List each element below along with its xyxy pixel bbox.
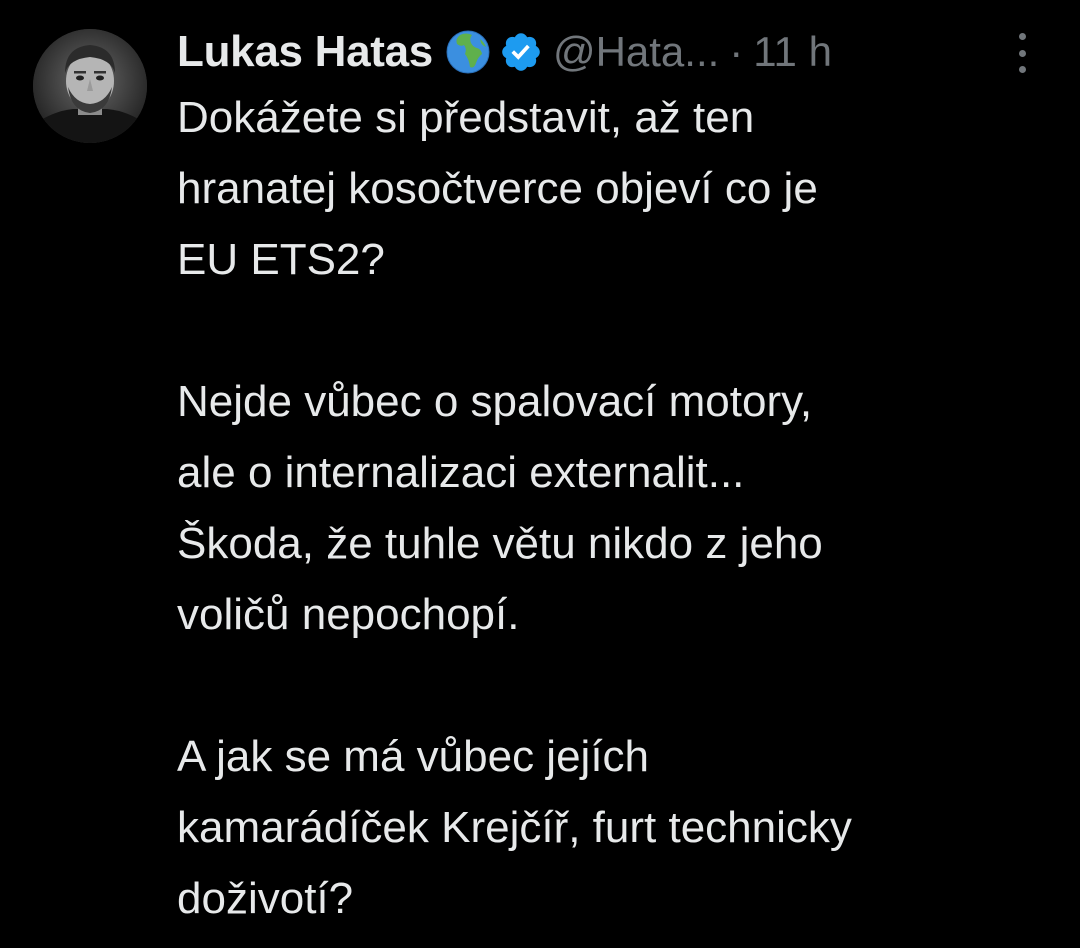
tweet-line: Škoda, že tuhle větu nikdo z jeho (177, 519, 823, 568)
timestamp[interactable]: 11 h (753, 28, 832, 76)
more-options-icon[interactable] (1012, 33, 1032, 73)
avatar[interactable] (33, 29, 147, 143)
tweet-line: EU ETS2? (177, 235, 385, 284)
more-dot (1018, 33, 1026, 40)
more-dot (1018, 66, 1026, 73)
globe-europe-africa-icon (445, 29, 491, 75)
verified-badge-icon (499, 30, 543, 74)
separator-dot: · (729, 28, 744, 75)
tweet-text: Dokážete si představit, až ten hranatej … (177, 82, 1057, 934)
more-dot (1018, 49, 1026, 57)
tweet-paragraph: Nejde vůbec o spalovací motory, ale o in… (177, 366, 1057, 650)
avatar-photo (33, 29, 147, 143)
tweet-line: doživotí? (177, 874, 354, 923)
tweet-line: Nejde vůbec o spalovací motory, (177, 377, 813, 426)
tweet-line: hranatej kosočtverce objeví co je (177, 164, 818, 213)
tweet-line: Dokážete si představit, až ten (177, 93, 755, 142)
tweet-line: voličů nepochopí. (177, 590, 520, 639)
author-display-name[interactable]: Lukas Hatas (177, 27, 433, 77)
tweet-paragraph: A jak se má vůbec jejích kamarádíček Kre… (177, 721, 1057, 934)
tweet-line: kamarádíček Krejčíř, furt technicky (177, 803, 852, 852)
tweet-line: A jak se má vůbec jejích (177, 732, 650, 781)
tweet[interactable]: Lukas Hatas @Hata... · 11 h Dokážete si … (0, 0, 1080, 948)
author-handle[interactable]: @Hata... (553, 28, 719, 76)
tweet-line: ale o internalizaci externalit... (177, 448, 745, 497)
tweet-header: Lukas Hatas @Hata... · 11 h (177, 20, 1057, 84)
tweet-paragraph: Dokážete si představit, až ten hranatej … (177, 82, 1057, 295)
